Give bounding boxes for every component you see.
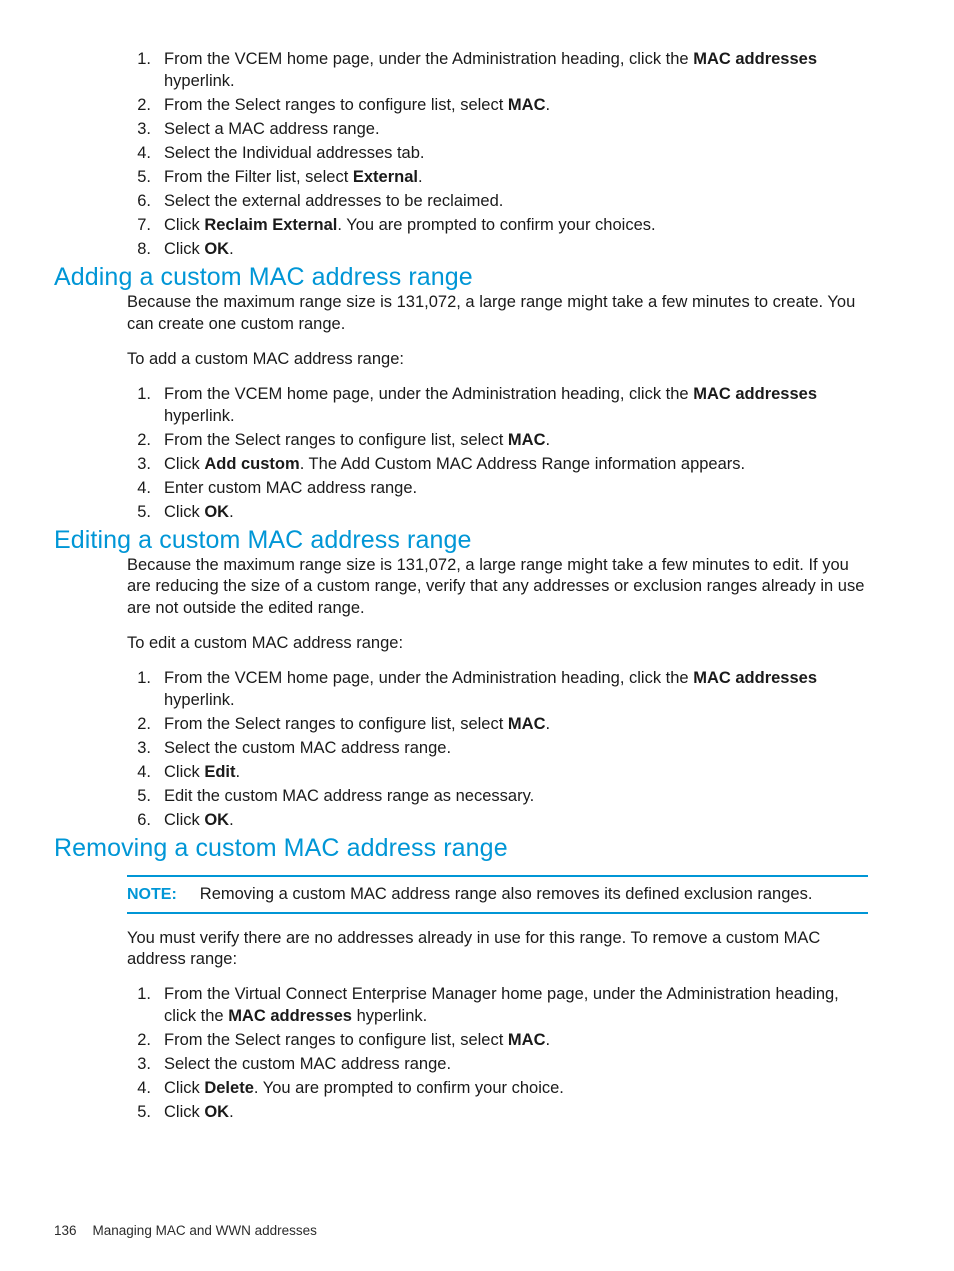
list-item: 5. From the Filter list, select External. <box>54 166 868 188</box>
list-item-number: 6. <box>137 810 151 829</box>
list-item-text: Click OK. <box>164 502 234 521</box>
page-content: 1. From the VCEM home page, under the Adm… <box>54 48 868 1125</box>
list-item: 4. Click Edit. <box>54 761 868 783</box>
list-item: 7. Click Reclaim External. You are prompt… <box>54 214 868 236</box>
list-item-text: Select a MAC address range. <box>164 120 380 138</box>
list-item-number: 2. <box>137 714 151 733</box>
list-item-text: Select the custom MAC address range. <box>164 1054 452 1073</box>
list-item-text: Click Edit. <box>164 762 241 781</box>
list-item: 8. Click OK. <box>54 238 868 260</box>
note-text: Removing a custom MAC address range also… <box>199 884 813 903</box>
heading-editing-custom-mac-address-range: Editing a custom MAC address range <box>54 525 472 554</box>
list-item-number: 3. <box>137 454 151 473</box>
list-item-number: 5. <box>137 786 151 805</box>
list-item: 6. Click OK. <box>54 809 868 831</box>
list-item-text: Click OK. <box>164 810 234 829</box>
list-item: 3. Click Add custom. The Add Custom MAC A… <box>54 453 868 475</box>
list-item: 1. From the Virtual Connect Enterprise Ma… <box>54 983 868 1027</box>
list-item: 4. Click Delete. You are prompted to conf… <box>54 1077 868 1099</box>
list-item-number: 3. <box>137 1054 151 1073</box>
list-item-number: 1. <box>137 984 151 1003</box>
editing-steps-list: 1. From the VCEM home page, under the Adm… <box>54 667 868 831</box>
list-item-text: From the Select ranges to configure list… <box>164 96 551 114</box>
list-item: 2. From the Select ranges to configure li… <box>54 713 868 735</box>
list-item: 3. Select the custom MAC address range. <box>54 1053 868 1075</box>
adding-steps-list: 1. From the VCEM home page, under the Adm… <box>54 383 868 523</box>
list-item-text: Enter custom MAC address range. <box>164 478 418 497</box>
adding-lead-in-paragraph: To add a custom MAC address range: <box>127 350 404 368</box>
adding-body: Because the maximum range size is 131,07… <box>127 292 868 371</box>
list-item: 1. From the VCEM home page, under the Adm… <box>54 383 868 427</box>
list-item-text: Click OK. <box>164 240 234 258</box>
list-item-number: 1. <box>137 50 151 68</box>
list-item: 1. From the VCEM home page, under the Adm… <box>54 667 868 711</box>
editing-intro-paragraph: Because the maximum range size is 131,07… <box>127 555 865 617</box>
footer-chapter-title: Managing MAC and WWN addresses <box>92 1223 317 1238</box>
list-item-number: 5. <box>137 1102 151 1121</box>
page-footer: 136 Managing MAC and WWN addresses <box>54 1222 868 1240</box>
list-item-number: 4. <box>137 762 151 781</box>
list-item-text: Click Add custom. The Add Custom MAC Add… <box>164 454 746 473</box>
list-item-number: 3. <box>137 120 151 138</box>
list-item: 4. Select the Individual addresses tab. <box>54 142 868 164</box>
list-item-text: From the Filter list, select External. <box>164 168 423 186</box>
list-item-text: Click Delete. You are prompted to confir… <box>164 1078 564 1097</box>
list-item: 5. Click OK. <box>54 501 868 523</box>
list-item-text: Click Reclaim External. You are prompted… <box>164 216 656 234</box>
list-item: 2. From the Select ranges to configure li… <box>54 1029 868 1051</box>
list-item-number: 4. <box>137 478 151 497</box>
note-row: NOTE: Removing a custom MAC address rang… <box>127 884 868 905</box>
list-item-number: 2. <box>137 1030 151 1049</box>
footer-page-number: 136 <box>54 1223 77 1238</box>
list-item: 2. From the Select ranges to configure li… <box>54 94 868 116</box>
removing-intro-paragraph: You must verify there are no addresses a… <box>127 928 821 969</box>
list-item-text: Select the custom MAC address range. <box>164 738 452 757</box>
list-item-number: 6. <box>137 192 151 210</box>
list-item: 5. Click OK. <box>54 1101 868 1123</box>
list-item-number: 8. <box>137 240 151 258</box>
list-item-number: 5. <box>137 502 151 521</box>
editing-lead-in-paragraph: To edit a custom MAC address range: <box>127 634 404 652</box>
list-item: 1. From the VCEM home page, under the Adm… <box>54 48 868 92</box>
heading-adding-custom-mac-address-range: Adding a custom MAC address range <box>54 263 473 291</box>
list-item-number: 1. <box>137 384 151 403</box>
list-item-number: 2. <box>137 430 151 449</box>
list-item-text: Click OK. <box>164 1102 234 1121</box>
list-item-text: From the Select ranges to configure list… <box>164 430 551 449</box>
note-admonition: NOTE: Removing a custom MAC address rang… <box>127 874 868 914</box>
list-item-text: Select the Individual addresses tab. <box>164 144 425 162</box>
list-item-text: From the Select ranges to configure list… <box>164 714 551 733</box>
list-item-number: 3. <box>137 738 151 757</box>
list-item-number: 2. <box>137 96 151 114</box>
list-item: 3. Select a MAC address range. <box>54 118 868 140</box>
list-item-number: 5. <box>137 168 151 186</box>
document-page: 1. From the VCEM home page, under the Adm… <box>0 0 954 1271</box>
list-item-text: From the VCEM home page, under the Admin… <box>164 50 818 90</box>
list-item: 2. From the Select ranges to configure li… <box>54 429 868 451</box>
list-item-text: From the VCEM home page, under the Admin… <box>164 384 818 425</box>
heading-removing-custom-mac-address-range: Removing a custom MAC address range <box>54 833 508 862</box>
reclaim-external-steps-list: 1. From the VCEM home page, under the Adm… <box>54 48 868 260</box>
editing-body: Because the maximum range size is 131,07… <box>127 555 868 655</box>
adding-intro-paragraph: Because the maximum range size is 131,07… <box>127 293 856 333</box>
list-item-text: Select the external addresses to be recl… <box>164 192 504 210</box>
list-item-text: From the VCEM home page, under the Admin… <box>164 668 818 709</box>
note-label: NOTE: <box>127 885 177 903</box>
list-item-number: 4. <box>137 1078 151 1097</box>
list-item: 6. Select the external addresses to be re… <box>54 190 868 212</box>
list-item: 3. Select the custom MAC address range. <box>54 737 868 759</box>
list-item-text: From the Select ranges to configure list… <box>164 1030 551 1049</box>
list-item: 5. Edit the custom MAC address range as n… <box>54 785 868 807</box>
list-item: 4. Enter custom MAC address range. <box>54 477 868 499</box>
list-item-text: Edit the custom MAC address range as nec… <box>164 786 535 805</box>
list-item-number: 4. <box>137 144 151 162</box>
list-item-number: 7. <box>137 216 151 234</box>
removing-body: You must verify there are no addresses a… <box>127 928 868 971</box>
removing-steps-list: 1. From the Virtual Connect Enterprise Ma… <box>54 983 868 1123</box>
list-item-text: From the Virtual Connect Enterprise Mana… <box>164 984 839 1025</box>
list-item-number: 1. <box>137 668 151 687</box>
